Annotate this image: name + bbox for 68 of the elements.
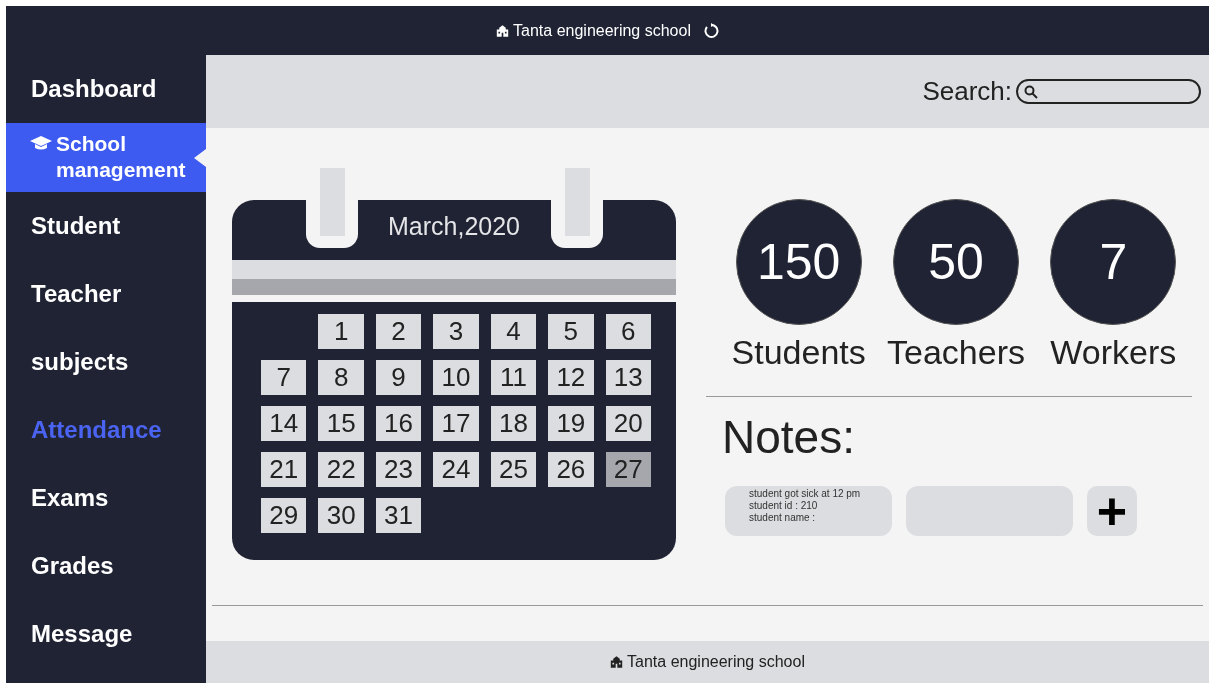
binding-ring [320,168,345,236]
calendar-day[interactable]: 5 [548,314,594,349]
sidebar-item[interactable]: Exams [6,464,206,532]
calendar-day[interactable]: 29 [261,498,307,533]
calendar-day[interactable]: 11 [490,360,537,395]
calendar-day[interactable]: 31 [375,498,422,533]
calendar-day[interactable]: 2 [375,314,422,349]
sidebar-label: Message [31,619,133,649]
calendar-day[interactable]: 19 [548,406,594,441]
calendar-day[interactable]: 7 [261,360,307,395]
school-building-icon [610,656,624,668]
calendar-day[interactable]: 17 [433,406,479,441]
stat-label: Workers [1050,332,1177,373]
sidebar-label: Dashboard [31,74,157,104]
stat-label: Students [731,332,866,373]
notes-title: Notes: [722,410,856,465]
calendar-day[interactable]: 22 [318,452,364,487]
sidebar-label: Attendance [31,415,162,445]
note-text: student got sick at 12 pm [749,488,862,500]
calendar-day[interactable]: 9 [375,360,422,395]
graduation-cap-icon [30,136,52,150]
calendar-day[interactable]: 26 [548,452,594,487]
calendar-day[interactable]: 8 [318,360,364,395]
school-building-icon [496,24,510,37]
calendar-day[interactable]: 27 [605,452,651,487]
binding-ring [565,168,590,236]
sidebar-label: School management [56,131,187,183]
sidebar-item[interactable]: subjects [6,328,206,396]
calendar-day[interactable]: 20 [605,406,651,441]
stat-label: Teachers [887,332,1025,373]
calendar-day[interactable]: 12 [548,360,594,395]
calendar-day[interactable]: 6 [605,314,651,349]
footer-title: Tanta engineering school [627,652,805,672]
sidebar-item[interactable]: Grades [6,532,206,600]
search-label: Search: [922,75,1012,108]
calendar-day[interactable]: 25 [490,452,537,487]
sidebar-item[interactable]: Student [6,192,206,260]
refresh-icon[interactable] [702,22,719,39]
calendar-day[interactable]: 1 [318,314,364,349]
note-card[interactable]: student got sick at 12 pm student id : 210 student name : [725,486,892,536]
note-text: student id : 210 [749,500,819,512]
calendar-day[interactable]: 18 [490,406,537,441]
calendar-day[interactable]: 10 [433,360,479,395]
sidebar-item[interactable]: Teacher [6,260,206,328]
calendar-day[interactable]: 3 [433,314,479,349]
sidebar-label: Student [31,211,121,241]
sidebar-label: Grades [31,551,114,581]
calendar-day[interactable]: 16 [375,406,422,441]
add-note-button[interactable]: + [1087,486,1137,536]
sidebar-label: Exams [31,483,109,513]
note-text: student name : [749,512,817,524]
sidebar-item[interactable]: Message [6,600,206,668]
sidebar-label: subjects [31,347,129,377]
calendar-day[interactable]: 15 [318,406,364,441]
search-icon [1024,84,1038,99]
calendar-day[interactable]: 14 [261,406,307,441]
calendar-day[interactable]: 30 [318,498,364,533]
search-field[interactable] [1016,79,1201,104]
calendar-day[interactable]: 23 [375,452,422,487]
sidebar-label: Teacher [31,279,122,309]
calendar-day[interactable]: 4 [490,314,537,349]
sidebar-item[interactable]: School management [6,123,206,192]
calendar-month: March,2020 [388,211,520,242]
calendar-day[interactable]: 24 [433,452,479,487]
sidebar-item[interactable]: Dashboard [6,55,206,123]
school-title: Tanta engineering school [513,20,691,41]
calendar-day[interactable]: 21 [261,452,307,487]
calendar-day[interactable]: 13 [605,360,651,395]
